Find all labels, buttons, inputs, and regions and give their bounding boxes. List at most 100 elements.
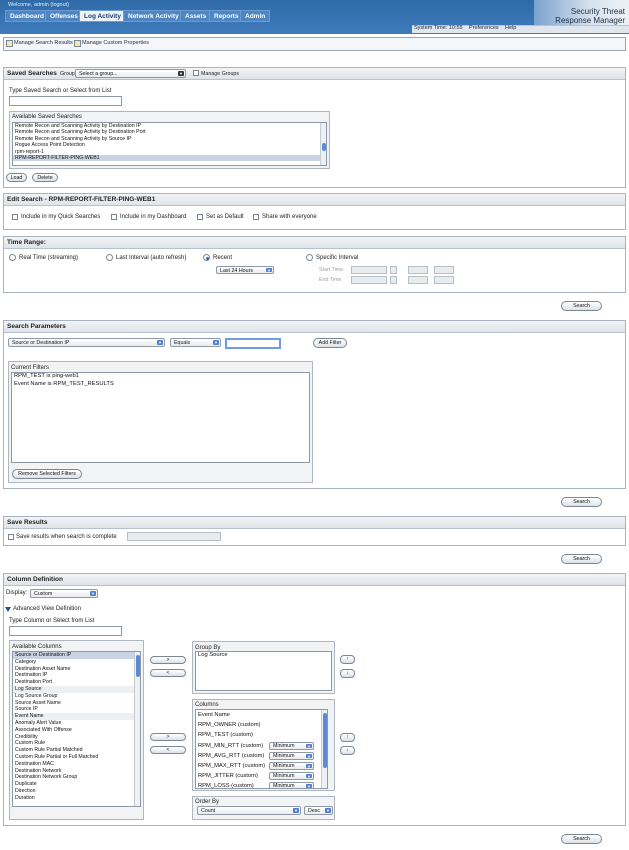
tab-assets[interactable]: Assets	[180, 10, 212, 22]
search-button[interactable]: Search	[561, 834, 602, 844]
aggregate-select[interactable]: Minimum ▼	[269, 772, 314, 781]
saved-search-input[interactable]	[9, 96, 122, 106]
list-item[interactable]: Associated With Offense	[13, 727, 140, 734]
move-up-button[interactable]: ↑	[340, 733, 355, 742]
load-button[interactable]: Load	[6, 173, 27, 182]
add-filter-button[interactable]: Add Filter	[313, 338, 347, 348]
list-item[interactable]: Custom Rule	[13, 740, 140, 747]
help-link[interactable]: Help	[505, 25, 516, 31]
filter-operator-select[interactable]: Equals ▼	[170, 338, 221, 347]
quick-searches-checkbox[interactable]	[12, 214, 18, 220]
end-minute-select[interactable]	[434, 276, 454, 284]
display-select[interactable]: Custom ▼	[30, 589, 98, 598]
move-up-button[interactable]: ↑	[340, 655, 355, 664]
list-item[interactable]: Log Source	[196, 652, 331, 660]
list-item[interactable]: Category	[13, 659, 140, 666]
list-item[interactable]: Custom Rule Partial Matched	[13, 747, 140, 754]
order-by-select[interactable]: Count ▼	[197, 806, 301, 815]
list-item[interactable]: Log Source	[13, 685, 140, 693]
dashboard-checkbox[interactable]	[111, 214, 117, 220]
last-interval-radio[interactable]	[106, 254, 113, 261]
remove-selected-filters-button[interactable]: Remove Selected Filters	[12, 469, 82, 479]
tab-admin[interactable]: Admin	[240, 10, 271, 22]
column-row[interactable]: RPM_AVG_RTT (custom) Minimum ▼	[196, 751, 327, 761]
group-by-list[interactable]: Log Source	[195, 651, 332, 691]
list-item[interactable]: Source IP	[13, 706, 140, 713]
column-row[interactable]: Event Name	[196, 710, 327, 720]
list-item[interactable]: Destination Network	[13, 768, 140, 775]
columns-list[interactable]: Event Name RPM_OWNER (custom) RPM_TEST (cu…	[195, 709, 328, 789]
end-date-input[interactable]	[351, 276, 387, 284]
calendar-icon[interactable]	[390, 266, 397, 274]
specific-interval-radio[interactable]	[306, 254, 313, 261]
start-minute-select[interactable]	[434, 266, 454, 274]
aggregate-select[interactable]: Minimum ▼	[269, 751, 314, 760]
list-item[interactable]: Destination IP	[13, 672, 140, 679]
welcome-text[interactable]: Welcome, admin (logout)	[8, 2, 69, 8]
list-item[interactable]: Destination Network Group	[13, 774, 140, 781]
scrollbar[interactable]	[320, 123, 326, 165]
move-down-button[interactable]: ↓	[340, 669, 355, 678]
available-columns-list[interactable]: Source or Destination IP Category Destinat…	[12, 651, 141, 807]
recent-select[interactable]: Last 24 Hours ▼	[216, 266, 274, 274]
list-item[interactable]: Direction	[13, 788, 140, 795]
scrollbar-thumb[interactable]	[136, 655, 140, 677]
tab-offenses[interactable]: Offenses	[45, 10, 83, 22]
list-item-selected[interactable]: RPM-REPORT-FILTER-PING-WEB1	[13, 155, 326, 162]
column-row[interactable]: RPM_JITTER (custom) Minimum ▼	[196, 771, 327, 781]
aggregate-select[interactable]: Minimum ▼	[269, 761, 314, 770]
column-row[interactable]: RPM_MAX_RTT (custom) Minimum ▼	[196, 761, 327, 771]
search-button[interactable]: Search	[561, 554, 602, 564]
save-results-name-input[interactable]	[127, 532, 221, 541]
start-date-input[interactable]	[351, 266, 387, 274]
list-item[interactable]: Log Source Group	[13, 693, 140, 700]
scrollbar[interactable]	[321, 710, 327, 788]
set-default-checkbox[interactable]	[197, 214, 203, 220]
save-results-checkbox[interactable]	[8, 534, 14, 540]
add-to-group-by-button[interactable]: >	[150, 656, 186, 664]
list-item[interactable]: Source or Destination IP	[13, 652, 140, 659]
manage-groups-checkbox[interactable]	[193, 70, 199, 76]
delete-button[interactable]: Delete	[32, 173, 58, 182]
scrollbar[interactable]	[134, 652, 140, 806]
scrollbar-thumb[interactable]	[323, 713, 327, 768]
order-direction-select[interactable]: Desc ▼	[304, 806, 333, 815]
list-item[interactable]: Anomaly Alert Value	[13, 720, 140, 727]
column-row[interactable]: RPM_OWNER (custom)	[196, 720, 327, 730]
search-button[interactable]: Search	[561, 301, 602, 311]
filter-value-input[interactable]	[225, 338, 281, 349]
list-item[interactable]: Duration	[13, 795, 140, 802]
group-select[interactable]: Select a group... ▼	[75, 69, 186, 78]
calendar-icon[interactable]	[390, 276, 397, 284]
tab-network-activity[interactable]: Network Activity	[123, 10, 184, 22]
list-item[interactable]: Destination MAC	[13, 761, 140, 768]
list-item[interactable]: Credibility	[13, 734, 140, 741]
share-checkbox[interactable]	[253, 214, 259, 220]
real-time-radio[interactable]	[9, 254, 16, 261]
move-down-button[interactable]: ↓	[340, 746, 355, 755]
manage-search-results-button[interactable]: Manage Search Results	[14, 40, 73, 46]
end-hour-select[interactable]	[408, 276, 428, 284]
tab-dashboard[interactable]: Dashboard	[5, 10, 49, 22]
filter-field-select[interactable]: Source or Destination IP ▼	[8, 338, 165, 347]
list-item[interactable]: RPM_TEST is ping-web1	[12, 373, 309, 381]
preferences-link[interactable]: Preferences	[469, 25, 499, 31]
list-item[interactable]: Duplicate	[13, 781, 140, 788]
list-item[interactable]: Custom Rule Partial or Full Matched	[13, 754, 140, 761]
advanced-view-definition-toggle[interactable]: Advanced View Definition	[13, 606, 81, 612]
expand-triangle-icon[interactable]	[5, 607, 11, 612]
aggregate-select[interactable]: Minimum ▼	[269, 741, 314, 750]
recent-radio[interactable]	[203, 254, 210, 261]
tab-reports[interactable]: Reports	[209, 10, 244, 22]
column-row[interactable]: RPM_LOSS (custom) Minimum ▼	[196, 781, 327, 788]
column-row[interactable]: RPM_TEST (custom)	[196, 730, 327, 740]
column-search-input[interactable]	[9, 626, 122, 636]
start-hour-select[interactable]	[408, 266, 428, 274]
list-item[interactable]: Destination Port	[13, 679, 140, 686]
remove-from-columns-button[interactable]: <	[150, 746, 186, 754]
search-button[interactable]: Search	[561, 497, 602, 507]
remove-from-group-by-button[interactable]: <	[150, 669, 186, 677]
list-item[interactable]: Source Asset Name	[13, 700, 140, 707]
list-item[interactable]: Event Name is RPM_TEST_RESULTS	[12, 381, 309, 389]
list-item[interactable]: Event Name	[13, 713, 140, 720]
